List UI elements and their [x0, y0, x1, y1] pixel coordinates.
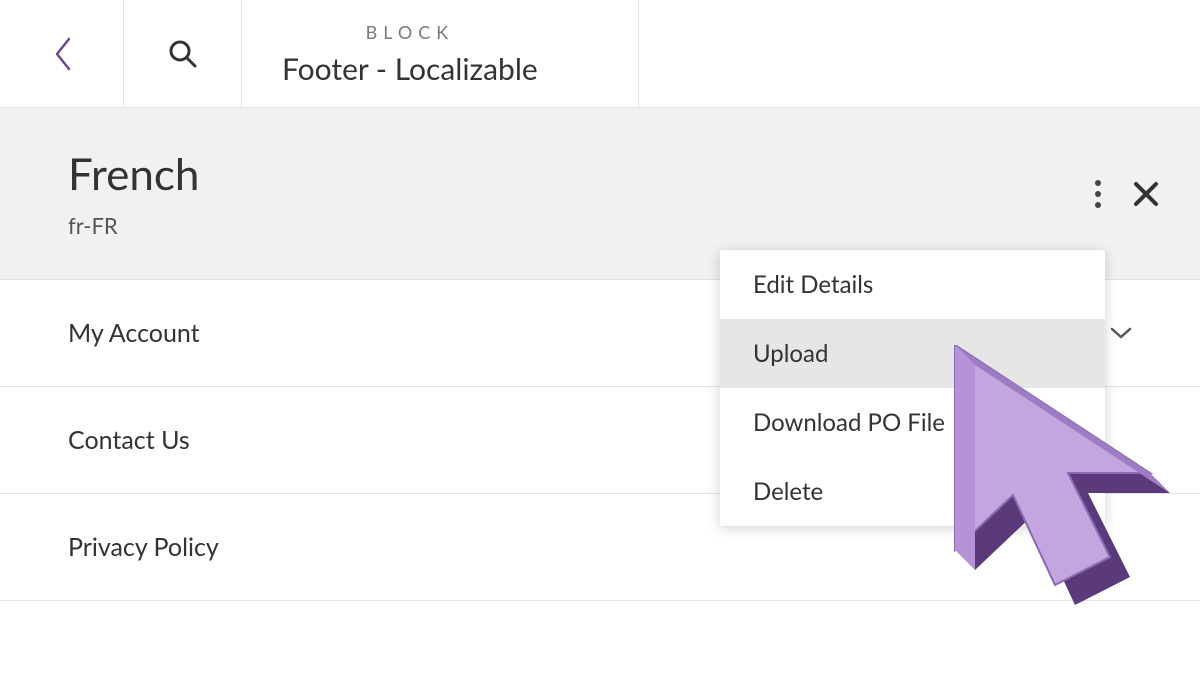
chevron-down-icon — [1110, 327, 1132, 339]
back-button[interactable] — [0, 0, 124, 107]
title-cell: BLOCK Footer - Localizable — [242, 0, 639, 107]
list-item-label: Privacy Policy — [68, 532, 219, 562]
menu-item-delete[interactable]: Delete — [720, 457, 1105, 526]
close-icon[interactable] — [1132, 180, 1160, 208]
search-button[interactable] — [124, 0, 242, 107]
block-type-label: BLOCK — [366, 21, 455, 43]
search-icon — [167, 38, 199, 70]
more-icon[interactable] — [1094, 179, 1102, 209]
header-actions — [1094, 179, 1160, 209]
menu-item-label: Upload — [753, 339, 828, 368]
menu-item-upload[interactable]: Upload — [720, 319, 1105, 388]
menu-item-label: Download PO File — [753, 408, 945, 437]
menu-item-label: Edit Details — [753, 270, 873, 299]
list-item-label: Contact Us — [68, 425, 190, 455]
menu-item-download-po[interactable]: Download PO File — [720, 388, 1105, 457]
list-item-label: My Account — [68, 318, 200, 348]
menu-item-edit-details[interactable]: Edit Details — [720, 250, 1105, 319]
language-code: fr-FR — [68, 212, 1132, 239]
top-bar: BLOCK Footer - Localizable — [0, 0, 1200, 108]
back-icon — [51, 35, 73, 73]
block-title: Footer - Localizable — [282, 51, 538, 87]
dropdown-menu: Edit Details Upload Download PO File Del… — [720, 250, 1105, 526]
menu-item-label: Delete — [753, 477, 823, 506]
language-name: French — [68, 148, 1132, 200]
